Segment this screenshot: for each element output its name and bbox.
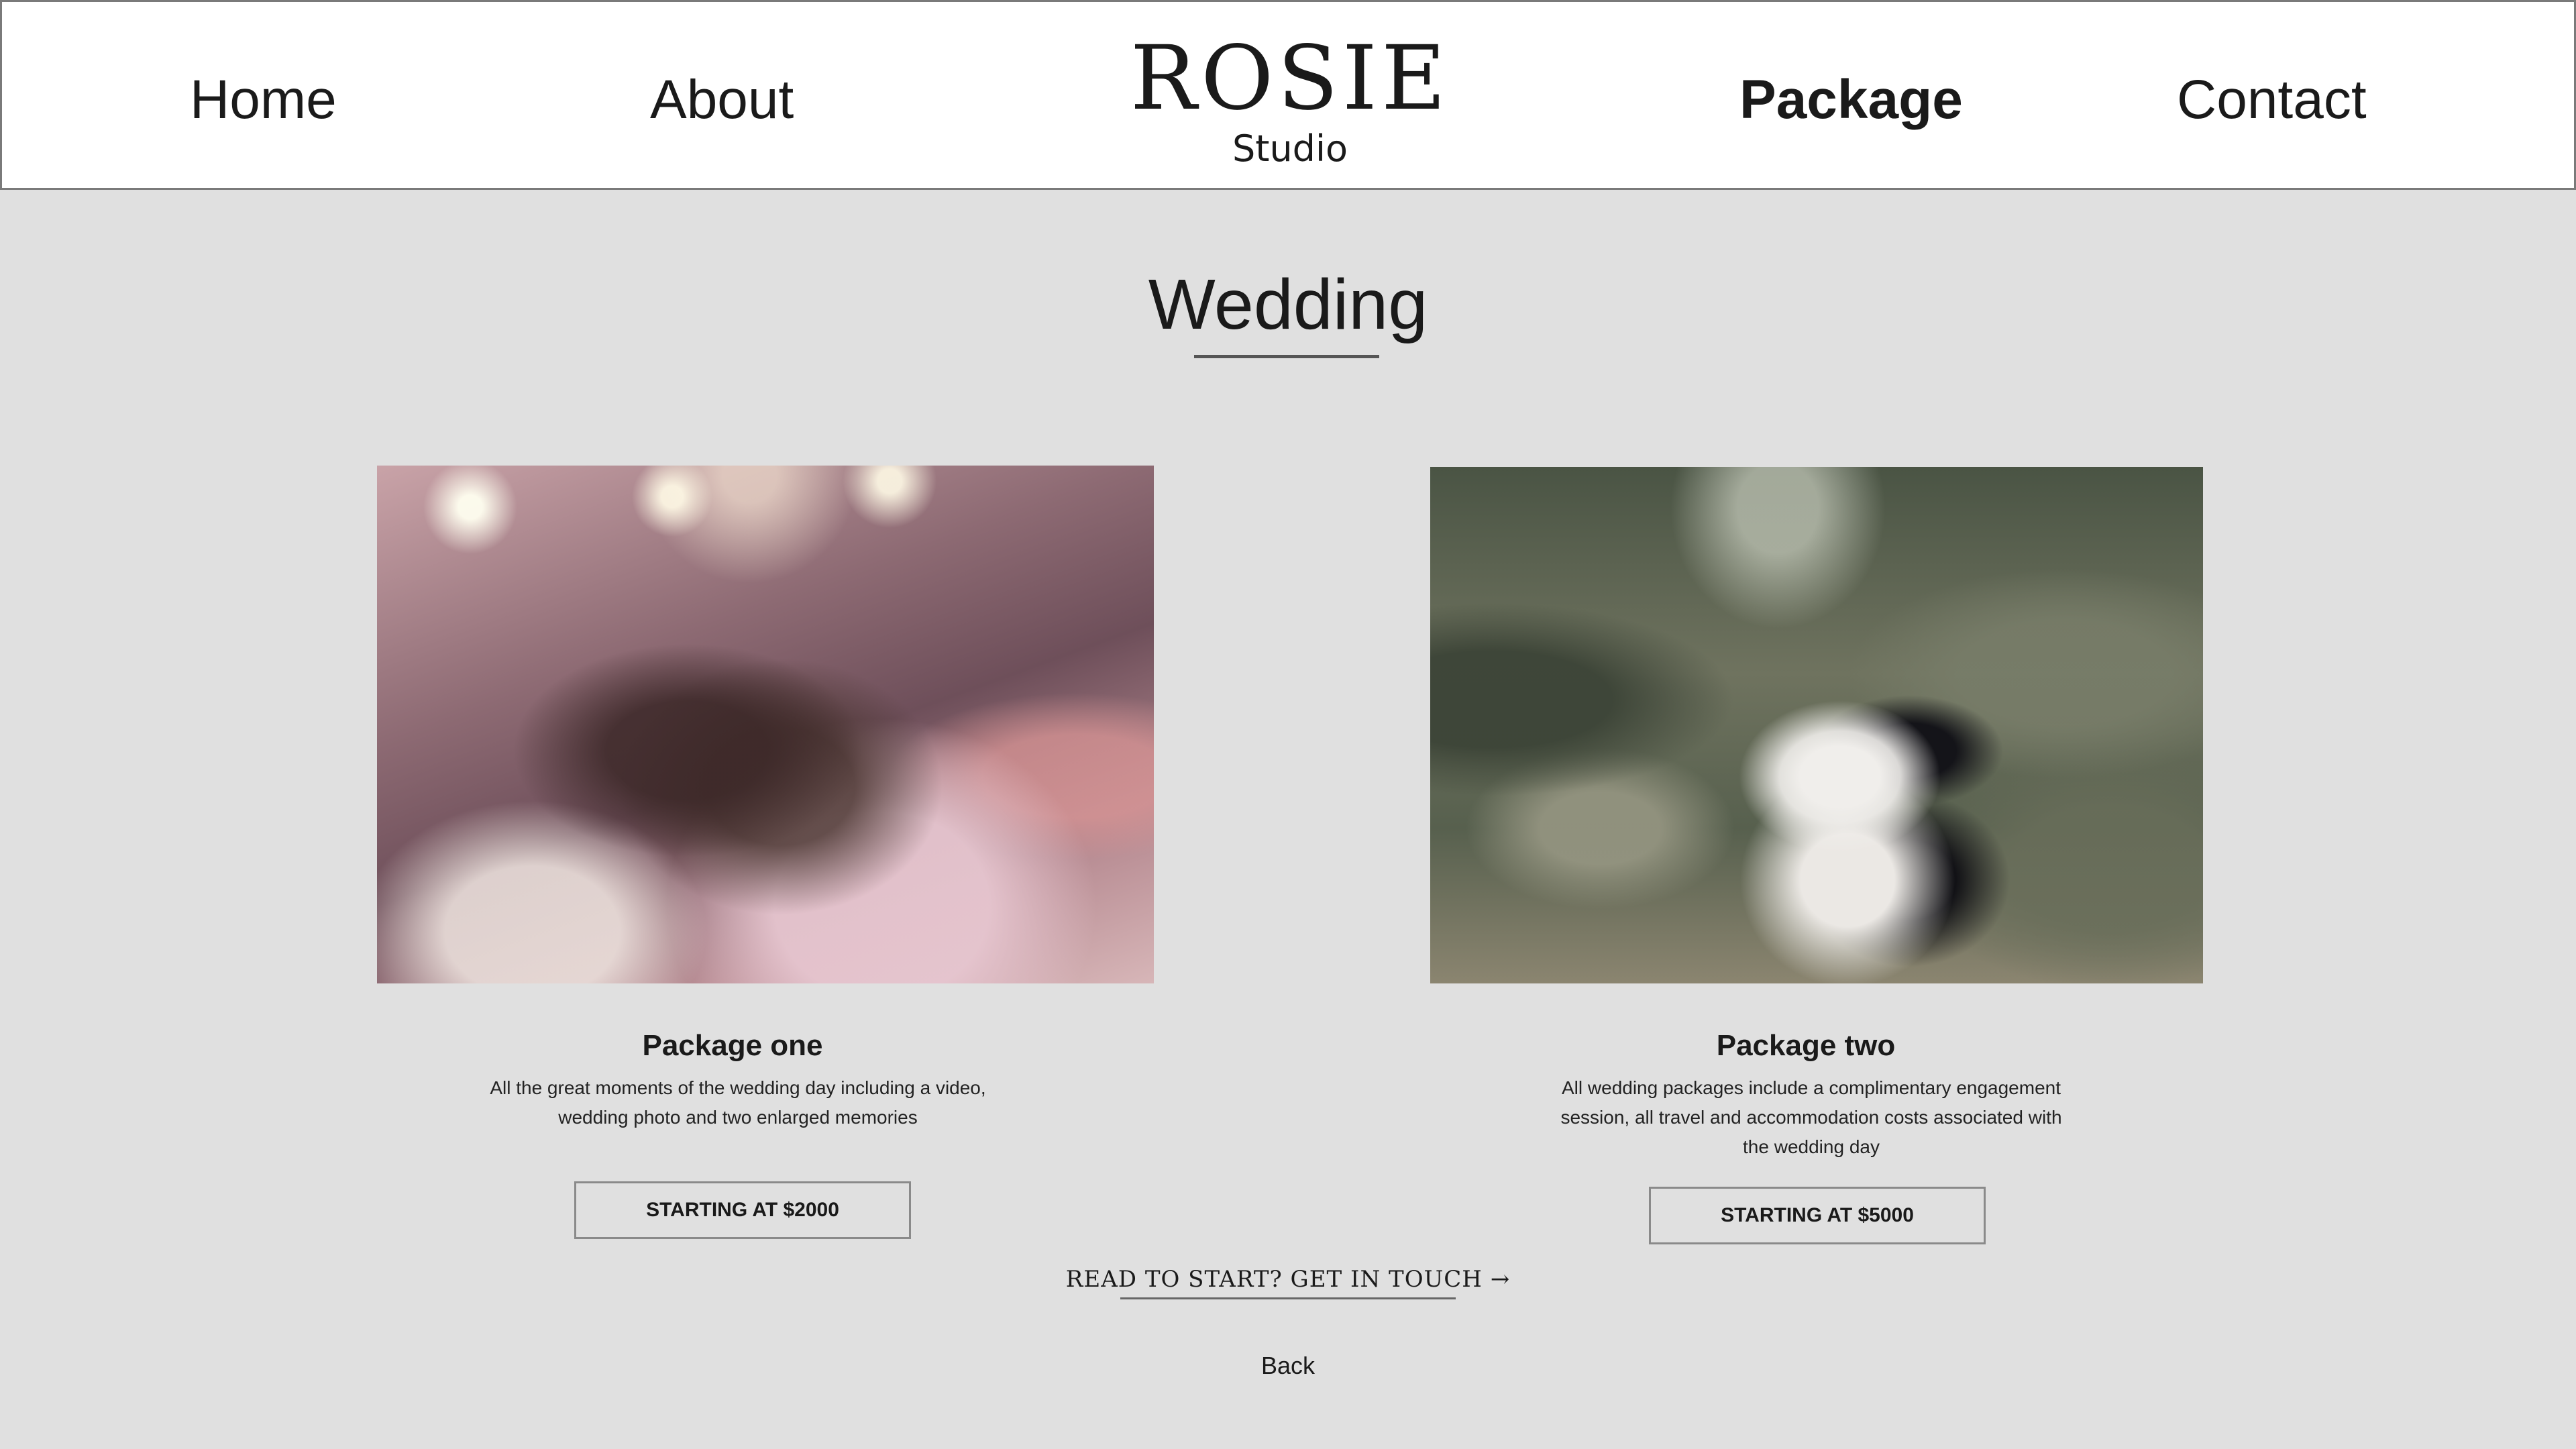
nav-home-link[interactable]: Home <box>190 66 337 133</box>
package-one-photo <box>377 466 1154 983</box>
get-in-touch-link[interactable]: READ TO START? GET IN TOUCH → <box>1020 1263 1556 1296</box>
arrow-right-icon: → <box>1490 1266 1511 1293</box>
get-in-touch-label: READ TO START? GET IN TOUCH <box>1065 1266 1483 1293</box>
package-one-title: Package one <box>642 1029 823 1062</box>
package-two-price-button[interactable]: STARTING AT $5000 <box>1649 1187 1986 1244</box>
back-link[interactable]: Back <box>1221 1349 1355 1383</box>
logo-wordmark: ROSIE <box>1130 27 1450 130</box>
page-title: Wedding <box>1148 265 1428 344</box>
package-two-description: All wedding packages include a complimen… <box>1560 1077 2062 1157</box>
package-one-price-button[interactable]: STARTING AT $2000 <box>574 1181 911 1239</box>
logo-subtitle: Studio <box>1232 127 1348 170</box>
nav-about-link[interactable]: About <box>650 66 794 133</box>
package-two-photo <box>1430 467 2203 983</box>
site-header: Home About ROSIE Studio Package Contact <box>0 0 2576 190</box>
package-two-title: Package two <box>1716 1029 1896 1062</box>
logo[interactable]: ROSIE Studio <box>1089 32 1491 170</box>
package-one-description: All the great moments of the wedding day… <box>490 1077 986 1128</box>
cta-underline <box>1120 1297 1456 1299</box>
nav-contact-link[interactable]: Contact <box>2177 66 2367 133</box>
nav-package-link[interactable]: Package <box>1739 66 1963 133</box>
title-underline <box>1194 355 1379 358</box>
